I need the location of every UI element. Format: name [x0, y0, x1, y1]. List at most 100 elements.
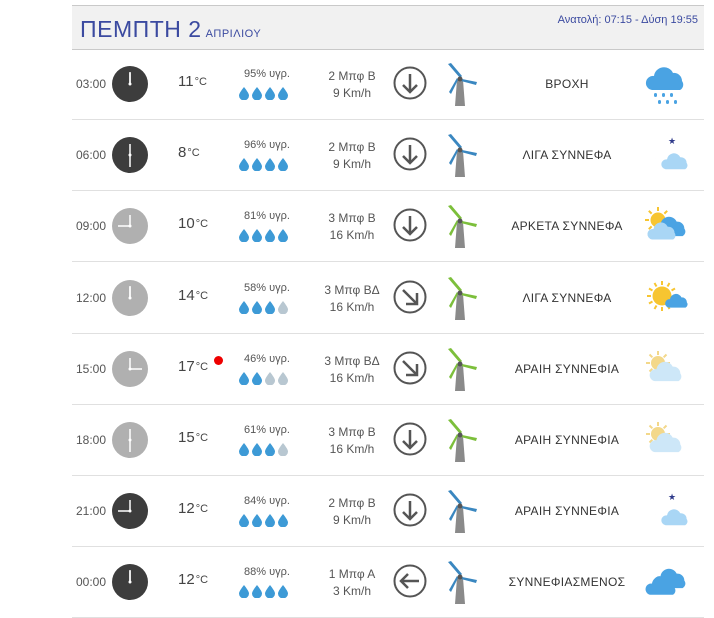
- humidity-drops: [239, 514, 288, 528]
- wind-speed: 16 Km/h: [329, 228, 375, 243]
- forecast-row: 00:00 12°C 88% υγρ. 1 Μπφ Α 3 Km/h ΣΥΝΝΕΦ…: [72, 547, 704, 618]
- forecast-time: 15:00: [76, 361, 107, 376]
- humidity-label: 84% υγρ.: [244, 495, 290, 508]
- humidity-drop-icon: [252, 585, 262, 599]
- wind-speed: 16 Km/h: [329, 299, 375, 314]
- celsius-unit: °C: [194, 76, 207, 88]
- humidity-label: 96% υγρ.: [244, 139, 290, 152]
- temperature-value: 14: [178, 286, 195, 304]
- sun-small-cloud-icon: [642, 276, 688, 322]
- wind-info: 2 Μπφ Β 9 Km/h: [312, 139, 392, 173]
- humidity-drop-icon: [265, 371, 275, 385]
- wind-beaufort: 2 Μπφ Β: [328, 140, 376, 155]
- humidity-drops: [239, 443, 288, 456]
- condition-label: ΑΡΑΙΗ ΣΥΝΝΕΦΙΑ: [514, 504, 620, 519]
- faded-sun-cloud-icon: [642, 347, 688, 393]
- condition-label: ΑΡΚΕΤΑ ΣΥΝΝΕΦΑ: [511, 219, 623, 234]
- humidity-drop-icon: [239, 371, 249, 385]
- forecast-row: 18:00 15°C 61% υγρ. 3 Μπφ Β 16 Km/h ΑΡΑΙΗ…: [72, 405, 704, 476]
- wind-speed: 9 Km/h: [332, 513, 371, 528]
- celsius-unit: °C: [195, 574, 209, 587]
- clock-icon: [112, 422, 148, 458]
- temperature: 10°C: [178, 215, 208, 232]
- wind-direction-arrow-icon: [392, 350, 428, 386]
- temperature: 17°C: [178, 358, 208, 375]
- clouds-icon: [642, 560, 688, 606]
- temperature: 8°C: [178, 144, 200, 161]
- humidity-drop-icon: [239, 300, 249, 314]
- temperature-value: 12: [178, 571, 195, 589]
- forecast-time: 21:00: [76, 504, 107, 519]
- humidity-drop-icon: [252, 371, 262, 385]
- humidity-drops: [239, 371, 288, 385]
- condition-label: ΑΡΑΙΗ ΣΥΝΝΕΦΙΑ: [514, 433, 620, 447]
- condition-label: ΒΡΟΧΗ: [545, 77, 589, 91]
- wind-direction-arrow-icon: [392, 492, 428, 528]
- humidity-label: 58% υγρ.: [244, 281, 290, 294]
- temperature: 15°C: [178, 429, 208, 446]
- humidity-drop-icon: [239, 585, 249, 599]
- wind-beaufort: 2 Μπφ Β: [328, 69, 376, 83]
- sunrise-sunset: Ανατολή: 07:15 - Δύση 19:55: [557, 14, 698, 26]
- humidity-drop-icon: [239, 443, 249, 456]
- celsius-unit: °C: [187, 147, 200, 160]
- humidity-drop-icon: [252, 229, 262, 243]
- wind-speed: 9 Km/h: [332, 157, 371, 172]
- wind-beaufort: 3 Μπφ ΒΔ: [324, 353, 380, 368]
- wind-turbine-icon: [442, 489, 478, 535]
- forecast-row: 06:00 8°C 96% υγρ. 2 Μπφ Β 9 Km/h ΛΙΓΑ ΣΥ…: [72, 120, 704, 192]
- humidity-drops: [239, 300, 288, 314]
- wind-info: 3 Μπφ ΒΔ 16 Km/h: [312, 282, 392, 316]
- forecast-row: 21:00 12°C 84% υγρ. 2 Μπφ Β 9 Km/h ΑΡΑΙΗ …: [72, 476, 704, 548]
- temperature-value: 11: [178, 73, 194, 90]
- faded-sun-cloud-icon: [642, 418, 688, 464]
- condition-label: ΑΡΑΙΗ ΣΥΝΝΕΦΙΑ: [514, 361, 620, 376]
- clock-icon: [112, 493, 148, 530]
- clock-icon: [112, 279, 148, 316]
- temperature-value: 15: [178, 429, 195, 446]
- humidity-drop-icon: [265, 514, 275, 528]
- forecast-time: 09:00: [76, 219, 107, 234]
- humidity-drop-icon: [265, 229, 275, 243]
- clock-icon: [112, 66, 148, 102]
- forecast-row: 12:00 14°C 58% υγρ. 3 Μπφ ΒΔ 16 Km/h ΛΙΓΑ…: [72, 263, 704, 334]
- wind-info: 2 Μπφ Β 9 Km/h: [312, 495, 392, 529]
- forecast-row: 15:00 17°C 46% υγρ. 3 Μπφ ΒΔ 16 Km/h ΑΡΑΙ…: [72, 334, 704, 405]
- clock-icon: [112, 208, 148, 245]
- humidity-drops: [239, 585, 288, 599]
- forecast-time: 06:00: [76, 148, 107, 163]
- celsius-unit: °C: [195, 218, 209, 231]
- condition-label: ΛΙΓΑ ΣΥΝΝΕΦΑ: [522, 148, 612, 163]
- humidity-drop-icon: [252, 87, 262, 100]
- wind-turbine-icon: [442, 204, 478, 250]
- temperature-value: 10: [178, 215, 195, 233]
- temperature-value: 17: [178, 357, 195, 375]
- temperature: 11°C: [178, 73, 207, 90]
- temperature-value: 8: [178, 144, 187, 162]
- wind-beaufort: 3 Μπφ Β: [328, 425, 376, 439]
- humidity-drop-icon: [278, 371, 288, 385]
- temperature-value: 12: [178, 500, 195, 518]
- forecast-row: 09:00 10°C 81% υγρ. 3 Μπφ Β 16 Km/h ΑΡΚΕΤ…: [72, 191, 704, 263]
- wind-speed: 16 Km/h: [329, 442, 375, 456]
- wind-turbine-icon: [442, 133, 478, 179]
- humidity-drop-icon: [278, 300, 288, 314]
- hot-indicator-icon: [214, 355, 223, 365]
- temperature: 12°C: [178, 571, 208, 588]
- forecast-time: 18:00: [76, 433, 107, 447]
- humidity-drops: [239, 158, 288, 172]
- humidity-label: 88% υγρ.: [244, 566, 290, 579]
- wind-info: 2 Μπφ Β 9 Km/h: [312, 68, 392, 102]
- forecast-time: 00:00: [76, 575, 107, 590]
- humidity-drop-icon: [278, 229, 288, 243]
- humidity-drop-icon: [239, 87, 249, 100]
- humidity-drop-icon: [265, 585, 275, 599]
- humidity-drop-icon: [265, 158, 275, 172]
- celsius-unit: °C: [195, 503, 209, 516]
- humidity-label: 46% υγρ.: [244, 352, 290, 365]
- rain-cloud-icon: [642, 62, 688, 108]
- celsius-unit: °C: [195, 360, 209, 373]
- wind-turbine-icon: [442, 418, 478, 464]
- clock-icon: [112, 564, 148, 601]
- month-label: ΑΠΡΙΛΙΟΥ: [205, 28, 262, 40]
